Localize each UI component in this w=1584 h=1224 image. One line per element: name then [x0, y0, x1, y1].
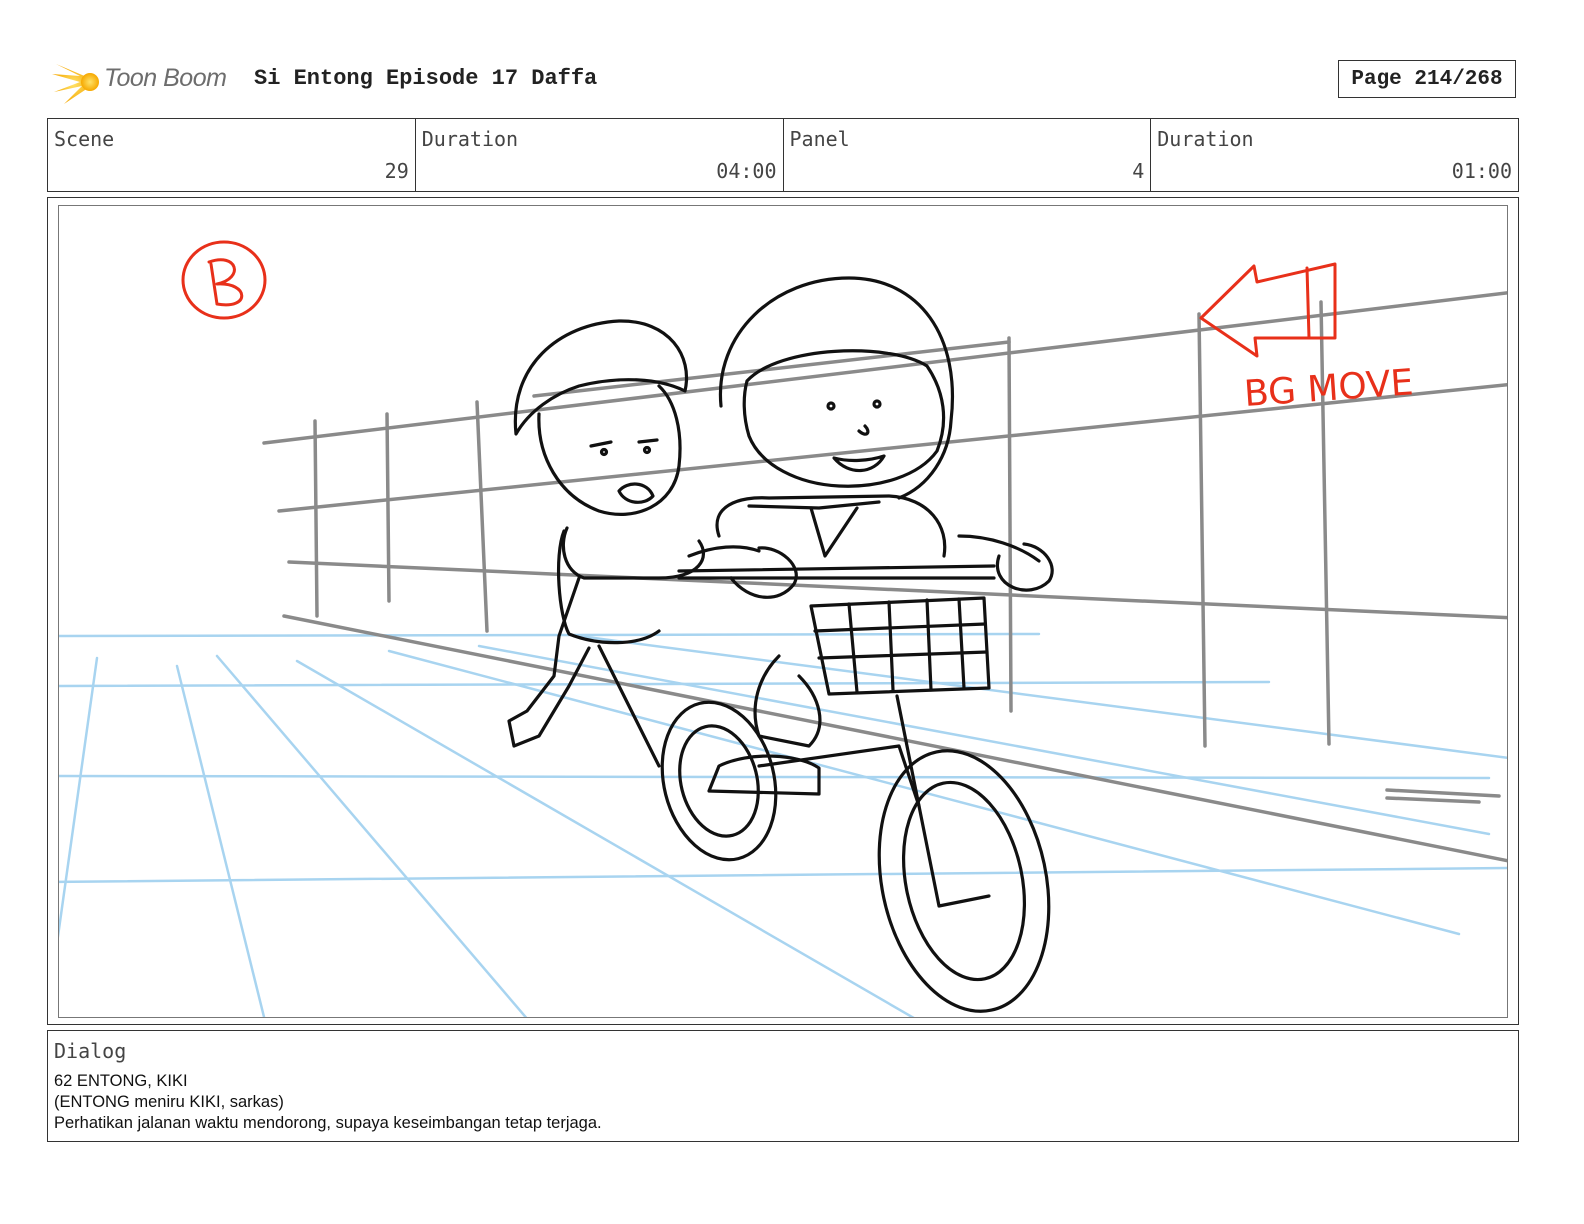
document-title: Si Entong Episode 17 Daffa — [254, 66, 598, 91]
info-cell-panel: Panel 4 — [784, 119, 1152, 191]
cell-value: 04:00 — [716, 159, 777, 183]
dialog-line: (ENTONG meniru KIKI, sarkas) — [54, 1093, 284, 1111]
cell-label: Duration — [421, 127, 519, 151]
cell-label: Duration — [1157, 127, 1254, 151]
panel-image: BG MOVE — [58, 205, 1508, 1018]
annotation-note: BG MOVE — [1243, 362, 1415, 415]
dialog-line: Perhatikan jalanan waktu mendorong, supa… — [54, 1114, 602, 1132]
cell-value: 29 — [384, 159, 409, 183]
cell-value: 01:00 — [1451, 159, 1512, 183]
cell-label: Panel — [789, 127, 850, 151]
info-cell-panel-duration: Duration 01:00 — [1151, 119, 1518, 191]
cell-label: Scene — [54, 127, 115, 151]
page-number: Page 214/268 — [1338, 60, 1516, 98]
storyboard-sketch: BG MOVE — [59, 240, 1507, 1017]
dialog-label: Dialog — [54, 1039, 127, 1063]
dialog-text: 62 ENTONG, KIKI (ENTONG meniru KIKI, sar… — [54, 1071, 602, 1134]
info-cell-scene-duration: Duration 04:00 — [416, 119, 784, 191]
dialog-box: Dialog 62 ENTONG, KIKI (ENTONG meniru KI… — [47, 1030, 1519, 1142]
cell-value: 4 — [1132, 159, 1145, 183]
info-cell-scene: Scene 29 — [48, 119, 416, 191]
dialog-line: 62 ENTONG, KIKI — [54, 1072, 188, 1090]
info-table: Scene 29 Duration 04:00 Panel 4 Duration… — [47, 118, 1519, 192]
brand-logo-text: Toon Boom — [104, 64, 227, 92]
